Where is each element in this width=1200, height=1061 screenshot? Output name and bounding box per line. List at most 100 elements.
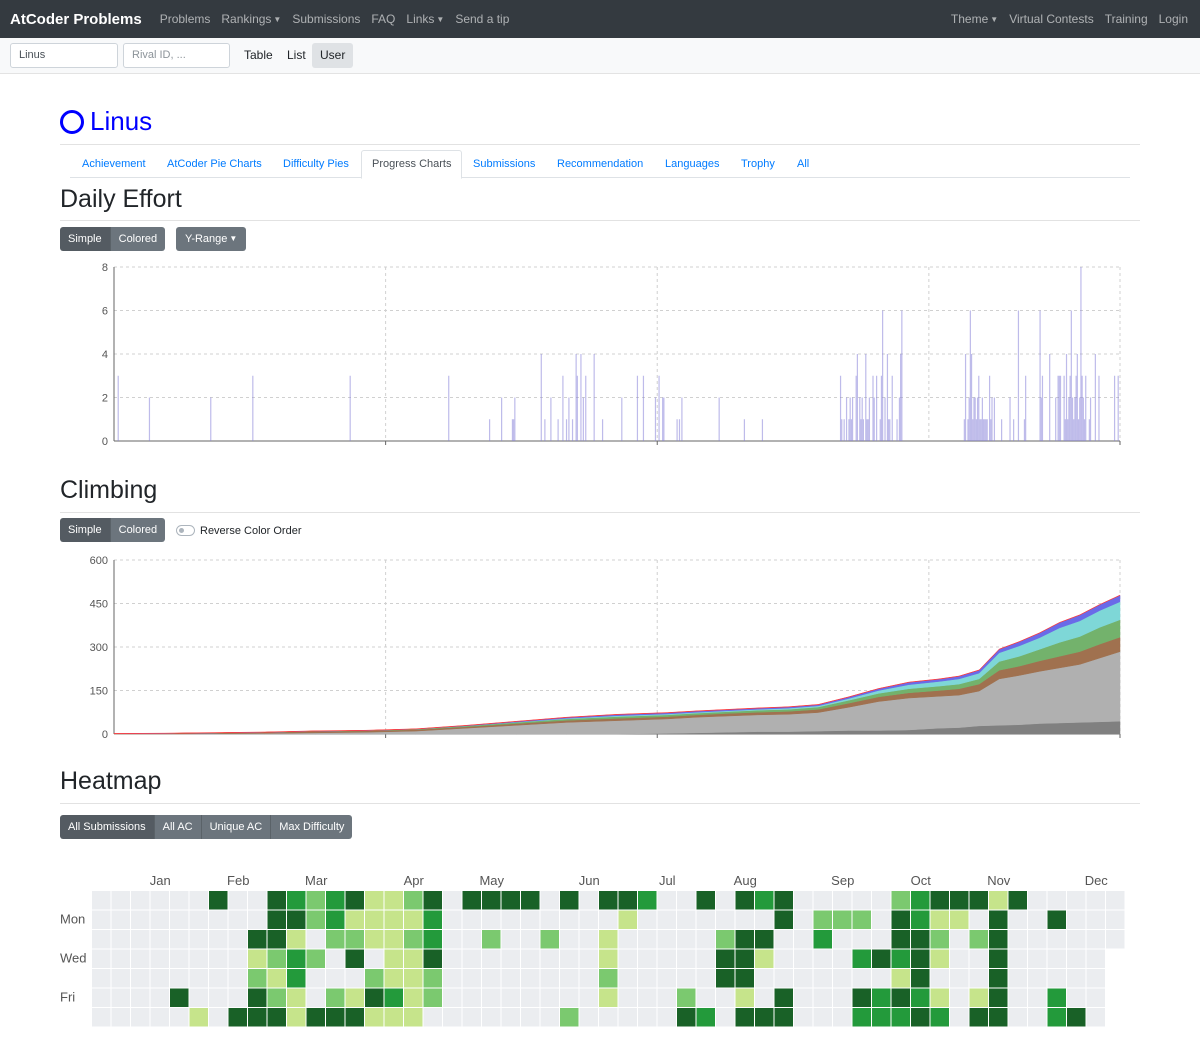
heatmap-cell[interactable] [560,988,579,1008]
heatmap-cell[interactable] [657,891,677,910]
heatmap-cell[interactable] [579,891,599,910]
heatmap-cell[interactable] [248,930,267,949]
heatmap-cell[interactable] [1086,988,1106,1008]
heatmap-cell[interactable] [755,930,774,949]
heatmap-cell[interactable] [443,1008,462,1027]
heatmap-cell[interactable] [735,1008,755,1027]
heatmap-cell[interactable] [774,988,794,1008]
heatmap-cell[interactable] [365,910,384,930]
heatmap-cell[interactable] [501,988,521,1008]
heatmap-cell[interactable] [228,969,248,988]
heatmap-cell[interactable] [618,1008,638,1027]
heatmap-cell[interactable] [716,910,735,930]
heatmap-cell[interactable] [501,969,521,988]
heatmap-cell[interactable] [1028,891,1047,910]
heatmap-cell[interactable] [735,930,755,949]
heatmap-cell[interactable] [833,988,852,1008]
heatmap-cell[interactable] [989,910,1008,930]
heatmap-cell[interactable] [599,988,618,1008]
heatmap-cell[interactable] [521,969,540,988]
heatmap-cell[interactable] [248,949,267,969]
heatmap-cell[interactable] [111,949,131,969]
heatmap-cell[interactable] [131,949,150,969]
heatmap-cell[interactable] [306,910,326,930]
heatmap-cell[interactable] [911,949,930,969]
heatmap-cell[interactable] [1008,910,1028,930]
heatmap-cell[interactable] [579,1008,599,1027]
heatmap-cell[interactable] [131,988,150,1008]
heatmap-cell[interactable] [911,910,930,930]
heatmap-cell[interactable] [92,910,111,930]
heatmap-cell[interactable] [482,910,501,930]
heatmap-cell[interactable] [540,969,560,988]
heatmap-cell[interactable] [423,910,443,930]
heatmap-cell[interactable] [657,988,677,1008]
heatmap-cell[interactable] [618,988,638,1008]
heatmap-cell[interactable] [228,988,248,1008]
daily-effort-colored-button[interactable]: Colored [110,227,166,251]
heatmap-cell[interactable] [696,949,716,969]
tab-trophy[interactable]: Trophy [741,150,775,178]
heatmap-cell[interactable] [969,891,989,910]
heatmap-cell[interactable] [443,949,462,969]
heatmap-cell[interactable] [365,949,384,969]
heatmap-cell[interactable] [170,891,189,910]
heatmap-cell[interactable] [1067,1008,1086,1027]
heatmap-cell[interactable] [443,969,462,988]
heatmap-cell[interactable] [287,1008,306,1027]
heatmap-cell[interactable] [599,930,618,949]
heatmap-cell[interactable] [462,910,482,930]
heatmap-cell[interactable] [755,949,774,969]
heatmap-cell[interactable] [696,891,716,910]
heatmap-cell[interactable] [482,949,501,969]
heatmap-cell[interactable] [950,930,969,949]
heatmap-cell[interactable] [267,1008,287,1027]
heatmap-cell[interactable] [774,949,794,969]
view-user-button[interactable]: User [312,43,354,68]
heatmap-cell[interactable] [1047,1008,1067,1027]
heatmap-cell[interactable] [326,988,345,1008]
heatmap-cell[interactable] [540,949,560,969]
heatmap-cell[interactable] [384,1008,404,1027]
heatmap-cell[interactable] [950,1008,969,1027]
heatmap-cell[interactable] [677,949,696,969]
heatmap-cell[interactable] [1067,891,1086,910]
heatmap-cell[interactable] [326,891,345,910]
tab-submissions[interactable]: Submissions [473,150,535,178]
heatmap-cell[interactable] [930,930,950,949]
heatmap-cell[interactable] [384,930,404,949]
heatmap-cell[interactable] [287,891,306,910]
heatmap-cell[interactable] [716,930,735,949]
heatmap-cell[interactable] [404,988,423,1008]
heatmap-all-ac-button[interactable]: All AC [154,815,202,839]
heatmap-cell[interactable] [852,1008,872,1027]
heatmap-cell[interactable] [794,930,813,949]
heatmap-cell[interactable] [813,969,833,988]
heatmap-cell[interactable] [189,891,209,910]
heatmap-cell[interactable] [1086,969,1106,988]
heatmap-cell[interactable] [774,891,794,910]
heatmap-cell[interactable] [150,910,170,930]
heatmap-cell[interactable] [872,910,891,930]
heatmap-cell[interactable] [735,988,755,1008]
heatmap-cell[interactable] [92,949,111,969]
heatmap-cell[interactable] [755,988,774,1008]
heatmap-cell[interactable] [1047,949,1067,969]
reverse-color-toggle[interactable] [176,525,195,536]
heatmap-cell[interactable] [1106,910,1125,930]
heatmap-cell[interactable] [189,969,209,988]
heatmap-cell[interactable] [911,1008,930,1027]
rival-id-input[interactable]: Rival ID, ... [123,43,230,68]
heatmap-cell[interactable] [560,1008,579,1027]
heatmap-cell[interactable] [365,1008,384,1027]
heatmap-cell[interactable] [638,969,657,988]
heatmap-cell[interactable] [930,1008,950,1027]
heatmap-cell[interactable] [677,969,696,988]
heatmap-cell[interactable] [521,988,540,1008]
heatmap-cell[interactable] [852,910,872,930]
heatmap-cell[interactable] [345,1008,365,1027]
heatmap-cell[interactable] [501,910,521,930]
heatmap-cell[interactable] [111,969,131,988]
heatmap-cell[interactable] [170,930,189,949]
heatmap-cell[interactable] [189,910,209,930]
